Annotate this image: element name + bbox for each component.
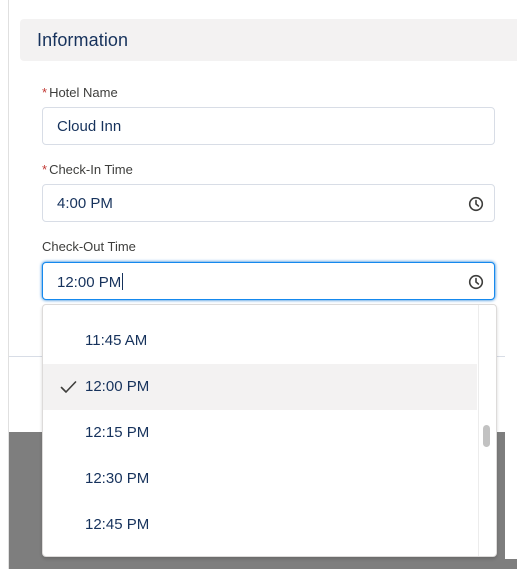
check-out-value-text: 12:00 PM (57, 274, 122, 291)
dropdown-scrollbar-thumb[interactable] (483, 425, 490, 447)
hotel-name-label-text: Hotel Name (49, 85, 118, 100)
required-marker: * (42, 162, 48, 177)
time-option[interactable]: 12:45 PM (43, 502, 477, 548)
check-out-value: 12:00 PM (57, 273, 124, 291)
hotel-name-input[interactable]: Cloud Inn (42, 107, 495, 145)
time-option-label: 12:00 PM (85, 378, 150, 395)
check-in-time-input[interactable]: 4:00 PM (42, 184, 495, 222)
check-icon (60, 381, 77, 393)
check-out-time-input[interactable]: 12:00 PM (42, 262, 495, 300)
check-in-label: * Check-In Time (42, 162, 133, 177)
section-header[interactable]: Information (20, 19, 517, 61)
clock-icon[interactable] (468, 274, 484, 290)
time-option-label: 12:30 PM (85, 470, 150, 487)
time-option[interactable]: 12:15 PM (43, 410, 477, 456)
page-scroll-rail (505, 297, 517, 559)
clock-icon[interactable] (468, 196, 484, 212)
section-title: Information (37, 30, 129, 50)
time-option-label: 12:45 PM (85, 516, 150, 533)
time-option[interactable]: 11:45 AM (43, 318, 477, 364)
check-out-label: Check-Out Time (42, 239, 136, 254)
time-option-label: 11:45 AM (85, 332, 148, 349)
hotel-name-value: Cloud Inn (57, 118, 122, 135)
hotel-name-label: * Hotel Name (42, 85, 118, 100)
check-in-label-text: Check-In Time (49, 162, 133, 177)
check-out-label-text: Check-Out Time (42, 239, 136, 254)
check-in-value: 4:00 PM (57, 195, 113, 212)
time-option-selected[interactable]: 12:00 PM (43, 364, 477, 410)
dropdown-scrollbar[interactable] (478, 305, 495, 556)
time-dropdown-listbox[interactable]: 11:45 AM 12:00 PM 12:15 PM 12:30 PM 12:4… (42, 304, 497, 557)
time-option[interactable]: 12:30 PM (43, 456, 477, 502)
time-option-label: 12:15 PM (85, 424, 150, 441)
text-caret (122, 273, 124, 290)
page-margin (0, 0, 8, 569)
required-marker: * (42, 85, 48, 100)
